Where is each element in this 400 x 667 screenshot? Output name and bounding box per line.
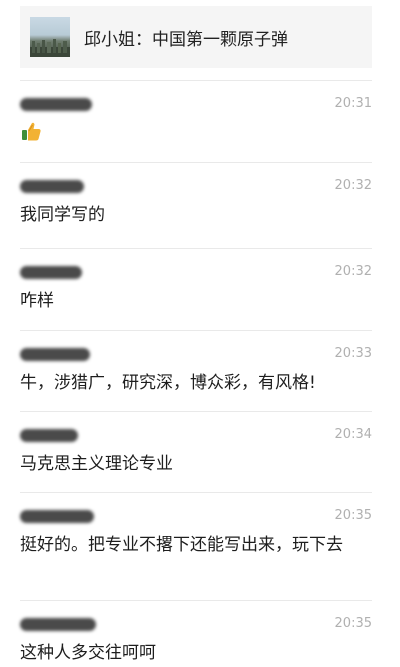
- comment-content: 我同学写的: [20, 205, 105, 225]
- article-title: 邱小姐：中国第一颗原子弹: [84, 29, 288, 50]
- comment-content: 牛，涉猎广，研究深，博众彩，有风格!: [20, 373, 316, 393]
- comment-divider: [20, 80, 372, 81]
- comment-content: 这种人多交往呵呵: [20, 643, 156, 663]
- comment-time: 20:34: [334, 427, 372, 442]
- blurred-username: [20, 348, 90, 361]
- comment-time: 20:32: [334, 178, 372, 193]
- comment-content: [20, 120, 350, 150]
- comment-content: 咋样: [20, 291, 54, 311]
- comment-divider: [20, 492, 372, 493]
- comment-time: 20:31: [334, 96, 372, 111]
- blurred-username: [20, 510, 94, 523]
- article-thumbnail: [30, 17, 70, 57]
- comment-time: 20:32: [334, 264, 372, 279]
- blurred-username: [20, 618, 96, 631]
- blurred-username: [20, 180, 84, 193]
- comment-time: 20:35: [334, 508, 372, 523]
- comment-divider: [20, 330, 372, 331]
- comment-content: 挺好的。把专业不撂下还能写出来，玩下去: [20, 535, 343, 555]
- crowd-image-icon: [30, 39, 70, 57]
- blurred-username: [20, 429, 78, 442]
- comment-divider: [20, 411, 372, 412]
- blurred-username: [20, 266, 82, 279]
- comment-time: 20:33: [334, 346, 372, 361]
- comment-divider: [20, 162, 372, 163]
- thumbs-up-icon: [22, 122, 41, 141]
- shared-article-card[interactable]: 邱小姐：中国第一颗原子弹: [20, 6, 372, 68]
- comment-content: 马克思主义理论专业: [20, 454, 173, 474]
- comment-page: 邱小姐：中国第一颗原子弹 20:31 20:32 我同学写的 20:32 咋样 …: [0, 0, 400, 667]
- comment-time: 20:35: [334, 616, 372, 631]
- comment-divider: [20, 600, 372, 601]
- comment-divider: [20, 248, 372, 249]
- blurred-username: [20, 98, 92, 111]
